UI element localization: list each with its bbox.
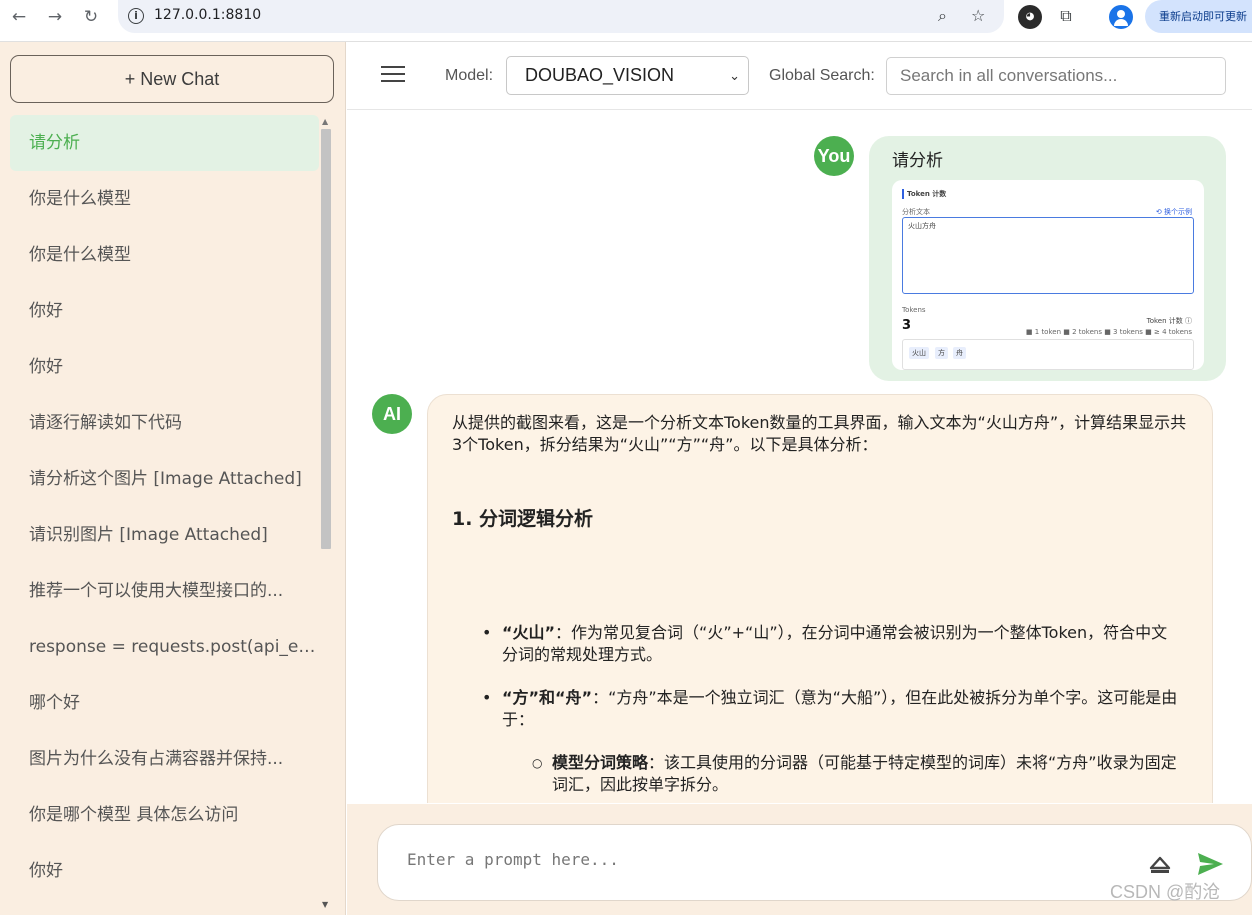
thumb-chip: 火山 [909, 347, 929, 359]
global-search-input[interactable]: Search in all conversations... [886, 57, 1226, 95]
chat-history-item[interactable]: 请逐行解读如下代码 [10, 395, 319, 451]
thumb-input-text: 火山方舟 [908, 222, 936, 230]
user-avatar: You [814, 136, 854, 176]
bullet-text: ：“方舟”本是一个独立词汇（意为“大船”），但在此处被拆分为单个字。这可能是由于… [502, 688, 1178, 729]
chat-history-item[interactable]: response = requests.post(api_en... [10, 619, 319, 675]
thumb-tokens-label: Tokens [902, 306, 926, 314]
chat-history-item[interactable]: 哪个好 [10, 675, 319, 731]
ai-bullet: “方”和“舟”：“方舟”本是一个独立词汇（意为“大船”），但在此处被拆分为单个字… [482, 687, 1182, 731]
forward-icon[interactable]: → [42, 6, 68, 28]
address-bar[interactable]: i 127.0.0.1:8810 ⌕ ☆ [118, 0, 1004, 33]
scroll-down-arrow-icon[interactable]: ▼ [322, 900, 328, 909]
extensions-icon[interactable]: ⧉ [1054, 5, 1078, 27]
chat-history-item[interactable]: 你是哪个模型 具体怎么访问 [10, 787, 319, 843]
thumb-token-count-label: Token 计数 ⓘ [1146, 317, 1192, 325]
ai-message-content: 从提供的截图来看，这是一个分析文本Token数量的工具界面，输入文本为“火山方舟… [452, 412, 1192, 794]
bullet-bold: “方”和“舟” [502, 688, 593, 707]
ai-avatar: AI [372, 394, 412, 434]
sidebar: + New Chat 请分析 你是什么模型 你是什么模型 你好 你好 请逐行解读如下代码请… [0, 42, 346, 915]
global-search-label: Global Search: [769, 67, 875, 84]
bullet-bold: “火山” [502, 623, 556, 642]
upload-icon[interactable] [1148, 855, 1172, 875]
site-info-icon[interactable]: i [128, 8, 144, 24]
sidebar-scrollbar[interactable]: ▲ ▼ [320, 115, 332, 915]
model-label: Model: [445, 67, 494, 84]
new-chat-button[interactable]: + New Chat [10, 55, 334, 103]
chat-history-item[interactable]: 你是什么模型 [10, 227, 319, 283]
scroll-up-arrow-icon[interactable]: ▲ [322, 117, 328, 126]
zoom-icon[interactable]: ⌕ [938, 6, 947, 26]
chat-area: You 请分析 Token 计数 分析文本 ⟲ 换个示例 火山方舟 Tokens… [347, 111, 1252, 803]
reload-icon[interactable]: ↻ [78, 6, 104, 28]
thumb-chip: 舟 [953, 347, 966, 359]
profile-icon[interactable] [1109, 5, 1133, 29]
attached-image[interactable]: Token 计数 分析文本 ⟲ 换个示例 火山方舟 Tokens 3 Token… [892, 180, 1204, 370]
main-header: Model: DOUBAO_VISION ⌄ Global Search: Se… [347, 42, 1252, 110]
chat-history-item[interactable]: 图片为什么没有占满容器并保持... [10, 731, 319, 787]
chat-history-item[interactable]: 推荐一个可以使用大模型接口的... [10, 563, 319, 619]
chevron-down-icon: ⌄ [729, 68, 740, 83]
ai-bullet: “火山”：作为常见复合词（“火”+“山”），在分词中通常会被识别为一个整体Tok… [482, 622, 1182, 666]
extension-avatar-icon[interactable]: ◕ [1018, 5, 1042, 29]
thumb-chip: 方 [935, 347, 948, 359]
prompt-placeholder: Enter a prompt here... [407, 850, 619, 869]
browser-toolbar: ← → ↻ i 127.0.0.1:8810 ⌕ ☆ ◕ ⧉ 重新启动即可更新 [0, 0, 1252, 42]
thumb-field-label: 分析文本 [902, 208, 930, 216]
thumb-title: Token 计数 [902, 189, 946, 199]
thumb-input-box: 火山方舟 [902, 217, 1194, 294]
scroll-thumb[interactable] [321, 129, 331, 549]
address-url: 127.0.0.1:8810 [154, 7, 262, 23]
chat-history-item[interactable]: 请分析 [10, 115, 319, 171]
back-icon[interactable]: ← [6, 6, 32, 28]
user-message-text: 请分析 [892, 151, 943, 171]
thumb-legend: ■ 1 token ■ 2 tokens ■ 3 tokens ■ ≥ 4 to… [1025, 328, 1192, 336]
thumb-token-output: 火山 方 舟 [902, 339, 1194, 370]
ai-intro-text: 从提供的截图来看，这是一个分析文本Token数量的工具界面，输入文本为“火山方舟… [452, 413, 1187, 454]
bullet-text: ：作为常见复合词（“火”+“山”），在分词中通常会被识别为一个整体Token，符… [502, 623, 1168, 664]
chat-history-item[interactable]: 你好 [10, 283, 319, 339]
thumb-example-link: ⟲ 换个示例 [1155, 208, 1192, 216]
chat-history-item[interactable]: 你好 [10, 843, 319, 899]
menu-icon[interactable] [381, 66, 405, 82]
ai-sub-bullet: 模型分词策略：该工具使用的分词器（可能基于特定模型的词库）未将“方舟”收录为固定… [532, 752, 1182, 796]
chat-history-list: 请分析 你是什么模型 你是什么模型 你好 你好 请逐行解读如下代码 请分析这个图片 [Ima… [10, 115, 319, 899]
chat-history-item[interactable]: 你是什么模型 [10, 171, 319, 227]
thumb-token-count: 3 [902, 318, 912, 333]
chat-history-item[interactable]: 请分析这个图片 [Image Attached] [10, 451, 319, 507]
send-icon[interactable] [1196, 851, 1224, 877]
model-select[interactable]: DOUBAO_VISION ⌄ [506, 56, 749, 95]
bookmark-star-icon[interactable]: ☆ [971, 6, 985, 25]
chat-history-item[interactable]: 请识别图片 [Image Attached] [10, 507, 319, 563]
chat-history-item[interactable]: 你好 [10, 339, 319, 395]
model-select-value: DOUBAO_VISION [525, 65, 675, 85]
ai-heading: 1. 分词逻辑分析 [452, 508, 594, 530]
update-button[interactable]: 重新启动即可更新 [1145, 0, 1252, 33]
watermark: CSDN @酌沧 [1110, 882, 1221, 902]
user-message-bubble: 请分析 Token 计数 分析文本 ⟲ 换个示例 火山方舟 Tokens 3 T… [869, 136, 1226, 381]
ai-message-bubble: 从提供的截图来看，这是一个分析文本Token数量的工具界面，输入文本为“火山方舟… [427, 394, 1213, 803]
sub-bullet-bold: 模型分词策略 [552, 753, 649, 772]
